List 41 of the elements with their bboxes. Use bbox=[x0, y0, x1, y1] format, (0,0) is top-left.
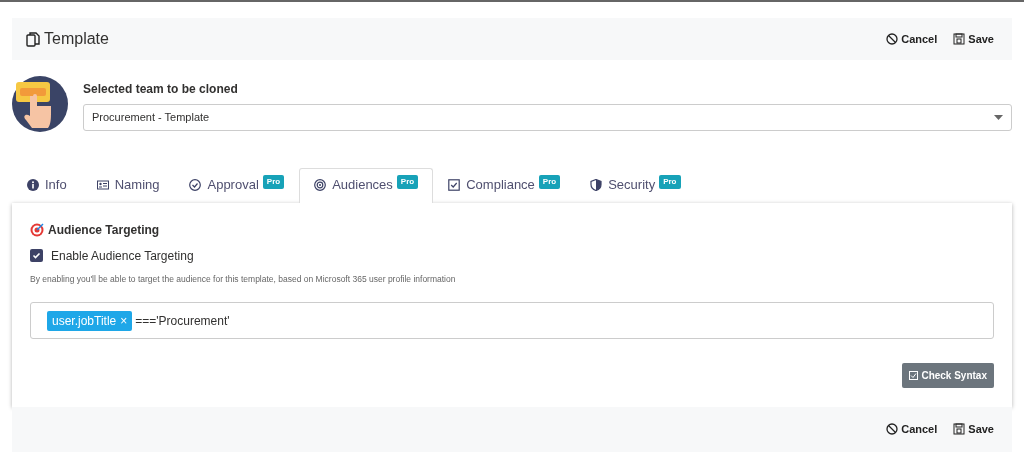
help-text: By enabling you'll be able to target the audience for this template, based on Microsoft 365 user profile information bbox=[30, 272, 457, 286]
save-button[interactable]: Save bbox=[949, 418, 998, 440]
pro-badge: Pro bbox=[538, 175, 561, 189]
checkbox[interactable] bbox=[30, 249, 43, 262]
cancel-icon bbox=[886, 423, 899, 435]
tab[interactable]: Approval Pro bbox=[174, 168, 300, 203]
token-tag: user.jobTitle × bbox=[47, 310, 133, 331]
checkbox-icon bbox=[909, 371, 919, 381]
cancel-button[interactable]: Cancel bbox=[882, 28, 942, 50]
expression-field[interactable]: user.jobTitle × ==='Procurement' bbox=[30, 302, 994, 340]
save-icon bbox=[953, 423, 966, 435]
tab[interactable]: Audiences Pro bbox=[299, 168, 434, 203]
check-syntax-button[interactable]: Check Syntax bbox=[902, 363, 994, 389]
tab[interactable]: Security Pro bbox=[575, 168, 696, 203]
check-icon bbox=[32, 251, 41, 260]
save-button[interactable]: Save bbox=[949, 28, 998, 50]
tab[interactable]: Compliance Pro bbox=[433, 168, 576, 203]
section-title: Audience Targeting bbox=[48, 221, 160, 239]
team-select[interactable]: Procurement - Template bbox=[83, 104, 1012, 131]
expression-text: ==='Procurement' bbox=[135, 312, 230, 330]
cancel-button[interactable]: Cancel bbox=[882, 418, 942, 440]
page-title: Template bbox=[44, 29, 109, 49]
checkbox-label: Enable Audience Targeting bbox=[51, 247, 194, 265]
field-label: Selected team to be cloned bbox=[83, 81, 239, 98]
target-icon bbox=[30, 222, 44, 237]
save-icon bbox=[953, 33, 966, 45]
cancel-icon bbox=[886, 33, 899, 45]
target-icon bbox=[314, 178, 327, 191]
pro-badge: Pro bbox=[396, 175, 419, 189]
tab[interactable]: Naming bbox=[81, 168, 175, 203]
info-icon bbox=[27, 178, 39, 191]
check-square-icon bbox=[448, 178, 461, 191]
pro-badge: Pro bbox=[659, 175, 681, 189]
tab[interactable]: Info bbox=[12, 168, 82, 203]
id-card-icon bbox=[96, 178, 109, 191]
caret-icon bbox=[994, 115, 1003, 120]
shield-icon bbox=[590, 178, 603, 191]
avatar-icon bbox=[12, 76, 68, 132]
check-circle-icon bbox=[189, 178, 202, 191]
pro-badge: Pro bbox=[262, 175, 285, 189]
copy-icon bbox=[26, 31, 40, 47]
